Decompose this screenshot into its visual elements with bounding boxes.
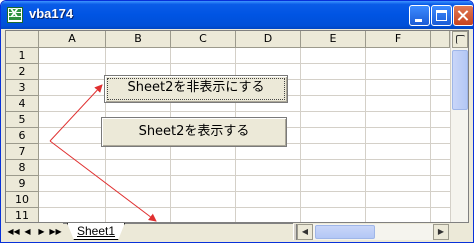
prev-sheet-icon[interactable]: ◀ [21,225,34,239]
next-sheet-icon[interactable]: ▶ [35,225,48,239]
arrow-to-sheet-tab [49,140,157,222]
title-bar[interactable]: vba174 [1,1,473,29]
minimize-button[interactable] [409,5,430,26]
sheet-tab-label: Sheet1 [77,224,116,238]
first-sheet-icon[interactable]: ◀◀ [7,225,20,239]
vertical-scroll-thumb[interactable] [452,50,468,110]
close-button[interactable] [453,5,473,26]
horizontal-scrollbar[interactable]: ◀ ▶ [297,224,449,240]
arrow-to-hide-button [49,84,103,142]
window-title: vba174 [29,6,74,21]
tab-strip: Sheet1 [63,223,293,241]
split-box[interactable] [452,31,468,48]
sheet-tab-bar: ◀◀ ◀ ▶ ▶▶ Sheet1 ◀ ▶ [5,223,469,241]
maximize-button[interactable] [431,5,452,26]
sheet-tab-sheet1[interactable]: Sheet1 [67,223,125,240]
horizontal-scroll-thumb[interactable] [315,225,375,239]
vertical-scrollbar[interactable] [450,31,468,222]
excel-icon[interactable] [7,7,23,23]
scroll-left-icon[interactable]: ◀ [297,224,313,240]
scroll-right-icon[interactable]: ▶ [433,224,449,240]
worksheet-grid[interactable]: A B C D E F 1 2 3 4 5 6 7 8 9 10 11 Shee… [5,30,469,223]
minimize-icon [415,19,422,22]
maximize-icon [436,10,447,21]
annotation-arrows [49,84,157,222]
last-sheet-icon[interactable]: ▶▶ [49,225,62,239]
excel-window: vba174 A B C D E F 1 2 3 4 5 6 7 8 9 10 … [0,0,474,243]
split-icon [456,35,465,44]
close-icon [454,6,473,25]
size-grip[interactable] [451,223,469,241]
